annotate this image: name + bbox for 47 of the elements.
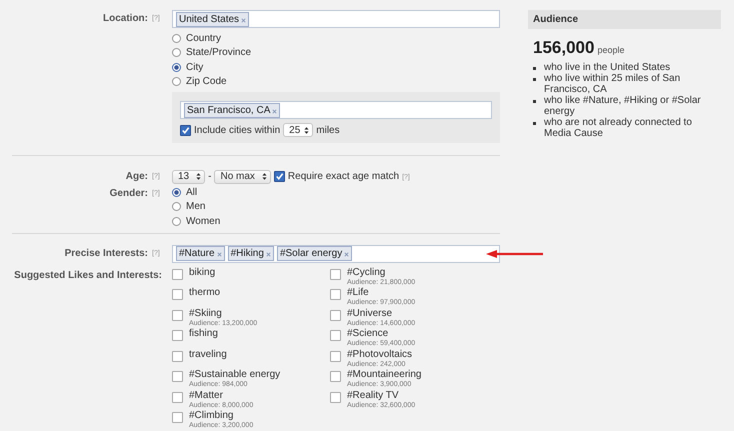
interest-token[interactable]: #Solar energy [276,246,352,261]
count-unit: people [597,45,624,55]
audience-count: 156,000 [533,38,594,58]
interest-label: #Climbing [189,410,234,422]
city-field[interactable]: San Francisco, CA [180,101,492,119]
interest-token[interactable]: #Hiking [228,246,274,261]
city-token[interactable]: San Francisco, CA [184,102,280,118]
interest-label: biking [189,266,216,278]
field-label: Suggested Likes and Interests: [14,270,162,280]
criterion-text: who are not already connected to Media Cause [544,117,693,139]
include-label: Include cities within [194,124,280,136]
interest-label: #Cycling [347,266,386,278]
exact-age-label: Require exact age match [288,171,400,182]
interest-label: #Science [347,328,390,340]
interest-label: thermo [189,287,220,299]
field-label: Age: [126,171,148,182]
interests-field[interactable]: #Nature #Hiking #Solar energy [172,244,500,262]
radio-label: State/Province [186,47,252,58]
radio-label: Zip Code [186,76,227,88]
max-age-select[interactable]: No max [214,170,271,184]
min-age-select[interactable]: 13 [172,170,206,184]
field-label: Location: [103,13,148,24]
interest-label: #Photovoltaics [347,348,412,360]
interest-label: #Reality TV [347,390,400,402]
interest-label: #Universe [347,308,394,320]
criterion-text: who live in the United States [544,62,670,73]
location-token[interactable]: United States [176,12,250,26]
interest-label: #Life [347,287,370,298]
radio-label: Women [186,216,220,227]
radio-label: City [186,62,204,73]
radius-stepper[interactable]: 25 [283,123,314,137]
location-field[interactable]: United States [172,10,500,28]
interest-label: #Matter [189,390,224,402]
radio-label: Men [186,201,206,212]
radio-label: Country [186,32,222,44]
interest-label: fishing [189,328,218,340]
field-label: Precise Interests: [64,248,148,258]
radio-label: All [186,186,198,198]
interest-token[interactable]: #Nature [176,246,225,261]
interest-label: #Skiing [189,308,223,318]
panel-header: Audience [528,10,721,29]
field-label: Gender: [110,188,148,199]
interest-label: #Mountaineering [347,369,422,380]
range-dash: - [208,171,212,182]
interest-label: traveling [189,348,227,360]
unit-label: miles [316,124,340,136]
interest-label: #Sustainable energy [189,369,280,380]
